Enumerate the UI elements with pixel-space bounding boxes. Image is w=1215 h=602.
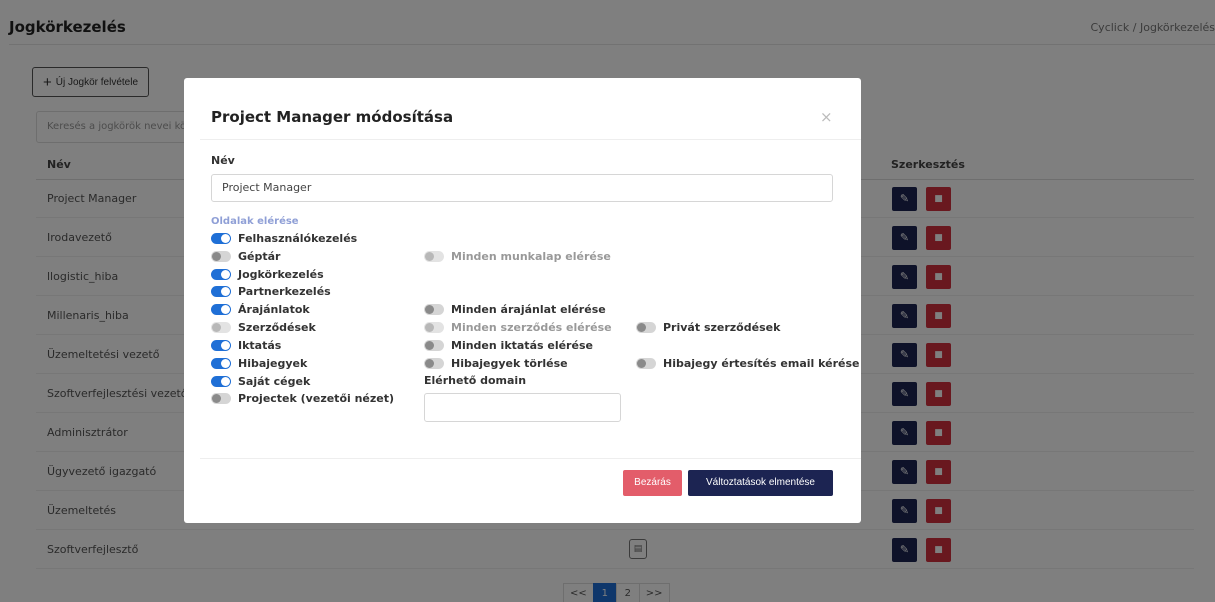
permission-iktatas[interactable]: Iktatás [211,338,281,352]
toggle-switch[interactable] [211,339,231,351]
toggle-switch[interactable] [211,321,231,333]
permission-minden-arajanlat[interactable]: Minden árajánlat elérése [424,302,606,316]
toggle-switch[interactable] [211,375,231,387]
toggle-switch[interactable] [424,357,444,369]
domain-label: Elérhető domain [424,374,527,387]
permission-minden-munkalap[interactable]: Minden munkalap elérése [424,249,611,263]
permission-hibajegy-ertesites[interactable]: Hibajegy értesítés email kérése [636,356,860,370]
toggle-switch[interactable] [211,250,231,262]
toggle-switch[interactable] [211,357,231,369]
close-button[interactable]: Bezárás [623,470,682,496]
domain-input[interactable] [424,393,621,422]
permission-minden-iktatas[interactable]: Minden iktatás elérése [424,338,593,352]
toggle-switch[interactable] [211,268,231,280]
permission-arajanlatok[interactable]: Árajánlatok [211,302,310,316]
permission-szerzodesek[interactable]: Szerződések [211,320,316,334]
edit-role-modal: Project Manager módosítása × Név Project… [184,78,861,523]
permission-projectek[interactable]: Projectek (vezetői nézet) [211,391,394,405]
section-label-page-access: Oldalak elérése [211,216,299,227]
toggle-switch[interactable] [424,339,444,351]
permission-minden-szerzodes[interactable]: Minden szerződés elérése [424,320,612,334]
permission-felhasznalokezeles[interactable]: Felhasználókezelés [211,231,357,245]
save-changes-button[interactable]: Változtatások elmentése [688,470,833,496]
toggle-switch[interactable] [424,303,444,315]
permission-sajat-cegek[interactable]: Saját cégek [211,374,310,388]
name-input[interactable]: Project Manager [211,174,833,202]
modal-header-divider [200,139,861,140]
modal-title: Project Manager módosítása [211,108,454,126]
permission-geptar[interactable]: Géptár [211,249,280,263]
permission-hibajegyek-torlese[interactable]: Hibajegyek törlése [424,356,568,370]
permission-hibajegyek[interactable]: Hibajegyek [211,356,307,370]
close-icon[interactable]: × [820,108,833,126]
permission-privat-szerzodesek[interactable]: Privát szerződések [636,320,780,334]
toggle-switch[interactable] [636,321,656,333]
toggle-switch[interactable] [211,392,231,404]
toggle-switch[interactable] [424,250,444,262]
name-label: Név [211,154,235,167]
toggle-switch[interactable] [636,357,656,369]
toggle-switch[interactable] [211,232,231,244]
toggle-switch[interactable] [211,285,231,297]
toggle-switch[interactable] [424,321,444,333]
toggle-switch[interactable] [211,303,231,315]
modal-footer-divider [200,458,861,459]
permission-jogkorkezeles[interactable]: Jogkörkezelés [211,267,324,281]
permission-partnerkezeles[interactable]: Partnerkezelés [211,284,331,298]
